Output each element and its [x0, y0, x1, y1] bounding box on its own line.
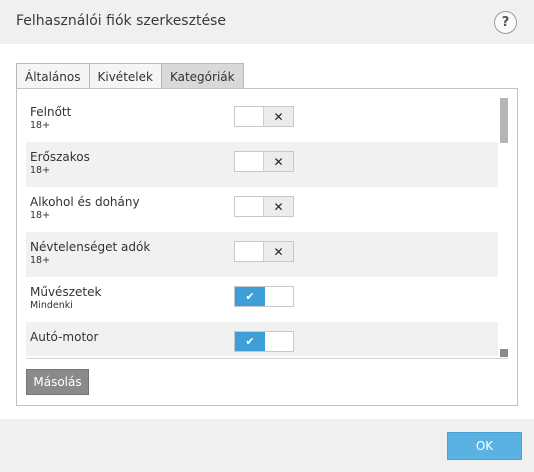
- tab-bar: Általános Kivételek Kategóriák: [16, 63, 244, 89]
- scrollbar-thumb[interactable]: [500, 98, 508, 143]
- category-toggle[interactable]: ✕: [234, 196, 294, 217]
- categories-panel: Felnőtt 18+ ✕ Erőszakos 18+ ✕ Alkohol és…: [16, 88, 518, 406]
- checkmark-icon: ✔: [235, 332, 265, 351]
- scroll-down-icon[interactable]: [500, 349, 508, 357]
- copy-button[interactable]: Másolás: [26, 369, 89, 395]
- category-age: 18+: [30, 210, 51, 221]
- category-age: 18+: [30, 165, 51, 176]
- dialog-titlebar: Felhasználói fiók szerkesztése ?: [0, 0, 534, 44]
- category-name: Erőszakos: [30, 150, 90, 164]
- category-toggle[interactable]: ✕: [234, 151, 294, 172]
- checkmark-icon: ✔: [235, 287, 265, 306]
- category-age: 18+: [30, 120, 51, 131]
- category-name: Alkohol és dohány: [30, 195, 140, 209]
- category-age: 18+: [30, 255, 51, 266]
- category-toggle[interactable]: ✕: [234, 241, 294, 262]
- category-toggle[interactable]: ✔: [234, 331, 294, 352]
- close-icon: ✕: [263, 152, 293, 171]
- category-row: Autó-motor ✔: [26, 322, 498, 356]
- close-icon: ✕: [263, 107, 293, 126]
- category-name: Autó-motor: [30, 330, 99, 344]
- close-icon: ✕: [263, 197, 293, 216]
- ok-button[interactable]: OK: [447, 432, 522, 460]
- category-row: Alkohol és dohány 18+ ✕: [26, 187, 498, 232]
- divider: [26, 358, 508, 359]
- category-age: Mindenki: [30, 300, 73, 311]
- category-name: Névtelenséget adók: [30, 240, 151, 254]
- edit-user-account-dialog: Felhasználói fiók szerkesztése ? Általán…: [0, 0, 534, 472]
- list-scrollbar[interactable]: [499, 97, 509, 358]
- category-name: Felnőtt: [30, 105, 72, 119]
- tab-categories[interactable]: Kategóriák: [160, 63, 244, 89]
- help-icon: ?: [501, 15, 510, 30]
- category-row: Felnőtt 18+ ✕: [26, 97, 498, 142]
- help-button[interactable]: ?: [494, 11, 517, 34]
- category-toggle[interactable]: ✔: [234, 286, 294, 307]
- category-name: Művészetek: [30, 285, 102, 299]
- category-list: Felnőtt 18+ ✕ Erőszakos 18+ ✕ Alkohol és…: [26, 97, 498, 356]
- category-row: Névtelenséget adók 18+ ✕: [26, 232, 498, 277]
- category-row: Erőszakos 18+ ✕: [26, 142, 498, 187]
- tab-exceptions[interactable]: Kivételek: [88, 63, 162, 89]
- category-row: Művészetek Mindenki ✔: [26, 277, 498, 322]
- dialog-title: Felhasználói fiók szerkesztése: [16, 13, 226, 29]
- tab-general[interactable]: Általános: [16, 63, 90, 89]
- close-icon: ✕: [263, 242, 293, 261]
- category-toggle[interactable]: ✕: [234, 106, 294, 127]
